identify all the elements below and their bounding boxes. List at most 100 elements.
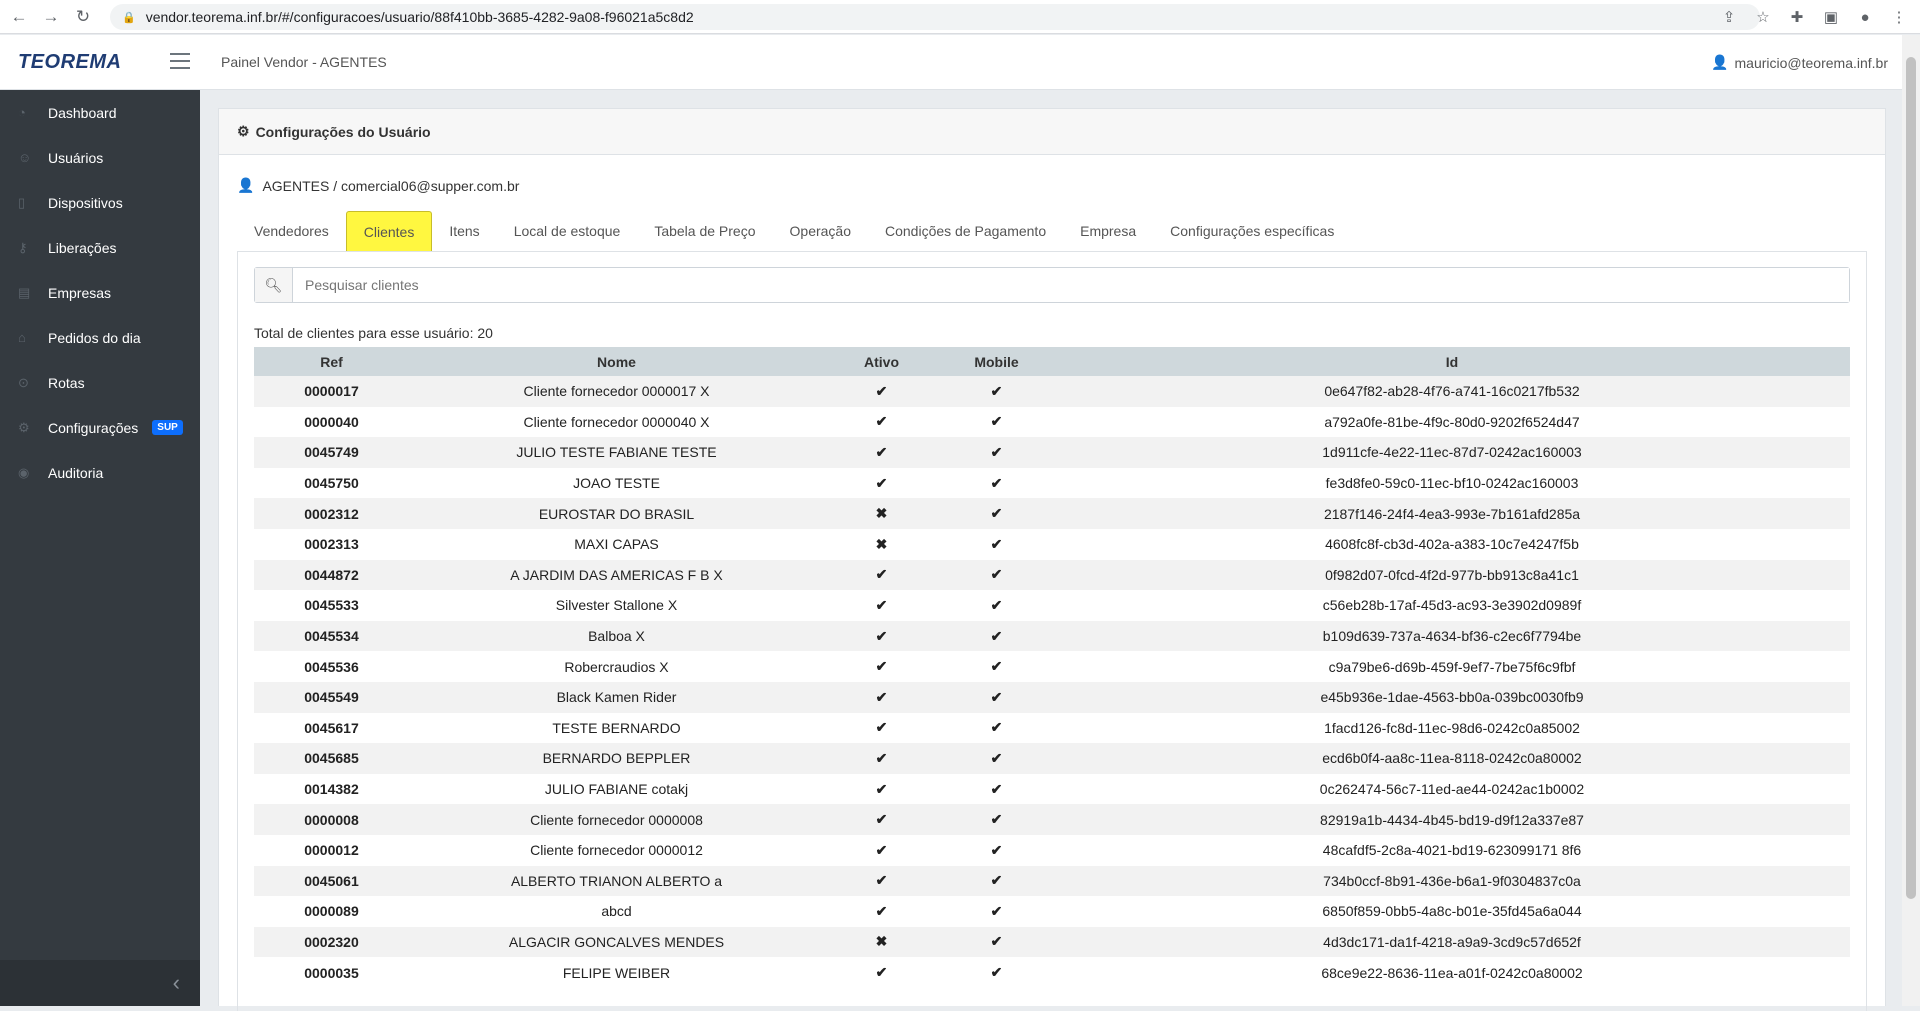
table-row[interactable]: 0000089 abcd ✔ ✔ 6850f859-0bb5-4a8c-b01e-35f…: [254, 896, 1850, 927]
table-row[interactable]: 0000012 Cliente fornecedor 0000012 ✔ ✔ 48caf…: [254, 835, 1850, 866]
cell-ativo: ✔: [875, 811, 888, 828]
cell-ref: 0000035: [304, 964, 359, 981]
table-row[interactable]: 0002313 MAXI CAPAS ✖ ✔ 4608fc8f-cb3d-402a-a3…: [254, 529, 1850, 560]
table-header-row: Ref Nome Ativo Mobile Id: [254, 347, 1850, 376]
cell-mobile: ✔: [990, 933, 1003, 950]
cell-id: 0f982d07-0fcd-4f2d-977b-bb913c8a41c1: [1325, 566, 1579, 583]
sidebar-item-pedidos[interactable]: ⌂ Pedidos do dia: [0, 315, 200, 360]
scrollbar[interactable]: [1902, 35, 1920, 1006]
table-row[interactable]: 0014382 JULIO FABIANE cotakj ✔ ✔ 0c262474-56…: [254, 774, 1850, 805]
sidebar-item-liberacoes[interactable]: ⚷ Liberações: [0, 225, 200, 270]
cell-ativo: ✔: [875, 719, 888, 736]
sidebar-item-label: Dispositivos: [48, 194, 123, 211]
cell-nome: JULIO FABIANE cotakj: [544, 781, 689, 798]
col-mobile[interactable]: Mobile: [939, 347, 1054, 376]
eye-icon: ◉: [18, 464, 30, 480]
tab-condicoes-pagamento[interactable]: Condições de Pagamento: [868, 211, 1063, 251]
sidebar-item-label: Dashboard: [48, 104, 117, 121]
address-bar[interactable]: 🔒 vendor.teorema.inf.br/#/configuracoes/…: [110, 4, 1760, 30]
sidebar-item-empresas[interactable]: ▤ Empresas: [0, 270, 200, 315]
search-input[interactable]: [293, 268, 1849, 302]
sidebar-item-usuarios[interactable]: ☺ Usuários: [0, 135, 200, 180]
cell-ativo: ✔: [875, 443, 888, 460]
tab-tabela-preco[interactable]: Tabela de Preço: [637, 211, 772, 251]
sidepanel-icon[interactable]: ▣: [1818, 4, 1844, 30]
cell-mobile: ✔: [990, 627, 1003, 644]
table-row[interactable]: 0045536 Robercraudios X ✔ ✔ c9a79be6-d69b-45…: [254, 651, 1850, 682]
cell-nome: Robercraudios X: [564, 658, 669, 675]
table-row[interactable]: 0000008 Cliente fornecedor 0000008 ✔ ✔ 82919…: [254, 804, 1850, 835]
cell-id: c9a79be6-d69b-459f-9ef7-7be75f6c9fbf: [1328, 658, 1576, 675]
sidebar-item-dispositivos[interactable]: ▯ Dispositivos: [0, 180, 200, 225]
table-row[interactable]: 0045750 JOAO TESTE ✔ ✔ fe3d8fe0-59c0-11ec-bf…: [254, 468, 1850, 499]
sidebar-item-auditoria[interactable]: ◉ Auditoria: [0, 450, 200, 495]
table-row[interactable]: 0045533 Silvester Stallone X ✔ ✔ c56eb28b-17…: [254, 590, 1850, 621]
sidebar-item-rotas[interactable]: ⊙ Rotas: [0, 360, 200, 405]
tab-vendedores[interactable]: Vendedores: [237, 211, 346, 251]
sidebar-item-configuracoes[interactable]: ⚙ Configurações SUP: [0, 405, 200, 450]
table-row[interactable]: 0045061 ALBERTO TRIANON ALBERTO a ✔ ✔ 734b0c…: [254, 865, 1850, 897]
extensions-icon[interactable]: ✚: [1784, 4, 1810, 30]
table-row[interactable]: 0000035 FELIPE WEIBER ✔ ✔ 68ce9e22-8636-11ea…: [254, 957, 1850, 988]
user-menu[interactable]: 👤 mauricio@teorema.inf.br: [1711, 54, 1888, 71]
cell-ref: 0045536: [304, 658, 359, 675]
table-row[interactable]: 0045534 Balboa X ✔ ✔ b109d639-737a-4634-bf36…: [254, 620, 1850, 652]
sidebar: ◔ Dashboard ☺ Usuários ▯ Dispositivos ⚷ Libe…: [0, 90, 200, 1006]
profile-icon[interactable]: ●: [1852, 4, 1878, 30]
cell-nome: ALGACIR GONCALVES MENDES: [508, 933, 725, 950]
menu-icon[interactable]: ⋮: [1886, 4, 1912, 30]
reload-icon[interactable]: ↻: [70, 4, 96, 30]
clients-table: Ref Nome Ativo Mobile Id 0000017 Cliente …: [254, 347, 1850, 988]
user-icon: 👤: [1711, 54, 1729, 70]
collapse-sidebar-icon[interactable]: ‹: [0, 960, 200, 1006]
share-icon[interactable]: ⇪: [1716, 4, 1742, 30]
col-nome[interactable]: Nome: [409, 347, 824, 376]
cell-nome: MAXI CAPAS: [574, 536, 659, 553]
forward-icon[interactable]: →: [38, 4, 64, 30]
table-row[interactable]: 0045749 JULIO TESTE FABIANE TESTE ✔ ✔ 1d911c…: [254, 437, 1850, 468]
tab-operacao[interactable]: Operação: [773, 211, 868, 251]
cell-nome: Cliente fornecedor 0000012: [530, 842, 703, 859]
cell-ref: 0002313: [304, 536, 359, 553]
tab-local-estoque[interactable]: Local de estoque: [497, 211, 638, 251]
table-row[interactable]: 0044872 A JARDIM DAS AMERICAS F B X ✔ ✔ 0f98…: [254, 559, 1850, 591]
key-icon: ⚷: [18, 239, 28, 255]
back-icon[interactable]: ←: [6, 4, 32, 30]
cell-id: 68ce9e22-8636-11ea-a01f-0242c0a80002: [1321, 964, 1583, 981]
col-ref[interactable]: Ref: [254, 347, 409, 376]
cell-nome: FELIPE WEIBER: [562, 964, 671, 981]
table-row[interactable]: 0002312 EUROSTAR DO BRASIL ✖ ✔ 2187f146-24f4…: [254, 498, 1850, 529]
cell-mobile: ✔: [990, 474, 1003, 491]
cell-mobile: ✔: [990, 658, 1003, 675]
cell-ativo: ✔: [875, 474, 888, 491]
device-icon: ▯: [18, 194, 26, 210]
hamburger-menu-icon[interactable]: [170, 53, 190, 69]
tab-empresa[interactable]: Empresa: [1063, 211, 1153, 251]
cell-id: 1facd126-fc8d-11ec-98d6-0242c0a85002: [1324, 719, 1580, 736]
table-row[interactable]: 0000040 Cliente fornecedor 0000040 X ✔ ✔ a79…: [254, 407, 1850, 438]
sidebar-item-dashboard[interactable]: ◔ Dashboard: [0, 90, 200, 135]
cell-nome: JOAO TESTE: [573, 475, 660, 492]
sidebar-item-label: Liberações: [48, 239, 117, 256]
cell-ativo: ✔: [875, 382, 888, 399]
col-ativo[interactable]: Ativo: [824, 347, 939, 376]
cell-id: b109d639-737a-4634-bf36-c2ec6f7794be: [1322, 628, 1582, 645]
table-row[interactable]: 0002320 ALGACIR GONCALVES MENDES ✖ ✔ 4d3dc17…: [254, 926, 1850, 958]
total-clients-label: Total de clientes para esse usuário: 20: [254, 325, 493, 341]
table-row[interactable]: 0000017 Cliente fornecedor 0000017 X ✔ ✔ 0e6…: [254, 376, 1850, 407]
table-row[interactable]: 0045617 TESTE BERNARDO ✔ ✔ 1facd126-fc8d-11e…: [254, 713, 1850, 744]
table-row[interactable]: 0045685 BERNARDO BEPPLER ✔ ✔ ecd6b0f4-aa8c-1…: [254, 743, 1850, 774]
star-icon[interactable]: ☆: [1750, 4, 1776, 30]
table-row[interactable]: 0045549 Black Kamen Rider ✔ ✔ e45b936e-1dae-…: [254, 681, 1850, 713]
card-header: ⚙ Configurações do Usuário: [219, 109, 1885, 155]
col-id[interactable]: Id: [1054, 347, 1850, 376]
cell-nome: Cliente fornecedor 0000040 X: [523, 413, 710, 430]
cell-id: c56eb28b-17af-45d3-ac93-3e3902d0989f: [1322, 597, 1582, 614]
gears-icon: ⚙: [237, 123, 250, 139]
tab-clientes[interactable]: Clientes: [345, 211, 433, 251]
search-icon[interactable]: 🔍︎: [255, 268, 293, 302]
cell-ativo: ✖: [875, 535, 888, 552]
cell-id: 1d911cfe-4e22-11ec-87d7-0242ac160003: [1322, 444, 1582, 461]
tab-itens[interactable]: Itens: [432, 211, 496, 251]
tab-configuracoes-especificas[interactable]: Configurações específicas: [1153, 211, 1351, 251]
